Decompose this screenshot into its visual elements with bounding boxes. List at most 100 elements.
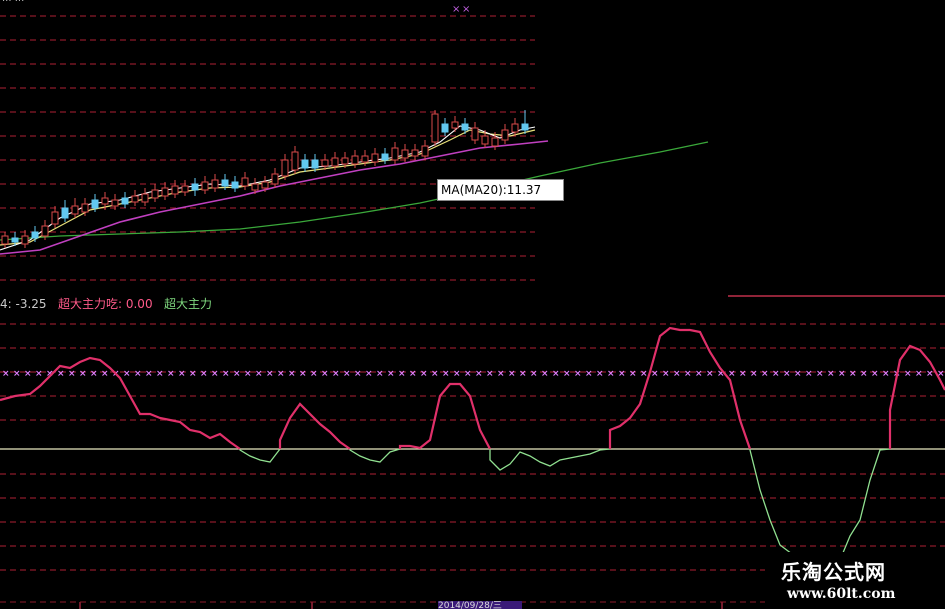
level-marker-x: × [387,369,395,379]
level-marker-x: × [277,369,285,379]
level-marker-x: × [750,369,758,379]
level-marker-x: × [299,369,307,379]
level-marker-x: × [453,369,461,379]
level-marker-x: × [673,369,681,379]
level-marker-x: × [442,369,450,379]
candle-down [91,199,99,209]
indicator-label-row: 4: -3.25 超大主力吃: 0.00 超大主力 [0,295,212,312]
candle-down [221,179,229,187]
level-marker-x: × [926,369,934,379]
candle-up [251,183,259,191]
candle-up [481,135,489,145]
level-marker-x: × [167,369,175,379]
candle-down [311,159,319,169]
candle-up [351,155,359,165]
level-marker-x: × [90,369,98,379]
candle-down [191,183,199,191]
level-marker-x: × [904,369,912,379]
candle-up [41,225,49,237]
indicator-positive-line [888,344,945,449]
candle-up [1,235,9,245]
level-marker-x: × [211,369,219,379]
watermark-url: www.60lt.com [787,586,896,602]
level-marker-x: × [354,369,362,379]
level-marker-x: × [464,369,472,379]
candle-up [401,149,409,159]
candle-up [421,145,429,157]
ma20-tooltip: MA(MA20):11.37 [437,179,564,201]
level-marker-x: × [607,369,615,379]
level-marker-x: × [486,369,494,379]
level-marker-x: × [783,369,791,379]
level-marker-x: × [827,369,835,379]
candle-up [341,157,349,165]
indicator-positive-line [608,326,752,450]
level-marker-x: × [57,369,65,379]
candle-up [201,181,209,191]
candle-up [511,123,519,133]
candle-up [361,155,369,163]
candle-up [181,185,189,193]
level-marker-x: × [552,369,560,379]
candle-down [11,237,19,243]
top-indicator-readout: ... ... [2,0,24,4]
date-cursor-box: 2014/09/28/三 [438,601,522,609]
level-marker-x: × [585,369,593,379]
candle-up [111,199,119,207]
level-marker-x: × [189,369,197,379]
level-marker-x: × [244,369,252,379]
level-marker-x: × [178,369,186,379]
candle-up [51,211,59,225]
indicator-positive-line [278,402,351,450]
level-marker-x: × [233,369,241,379]
level-marker-x: × [860,369,868,379]
candle-down [461,123,469,131]
candle-down [61,207,69,219]
level-marker-x: × [376,369,384,379]
level-marker-x: × [871,369,879,379]
candle-down [121,197,129,205]
level-marker-x: × [761,369,769,379]
candle-down [301,159,309,169]
level-marker-x: × [343,369,351,379]
candle-up [501,129,509,141]
candle-up [211,179,219,189]
level-marker-x: × [2,369,10,379]
level-marker-x: × [508,369,516,379]
level-marker-x: × [431,369,439,379]
candle-up [171,185,179,195]
candle-up [141,193,149,203]
indicator-negative-line [489,448,611,471]
level-marker-x: × [222,369,230,379]
level-marker-x: × [739,369,747,379]
watermark-title: 乐淘公式网 [781,560,886,584]
candle-up [271,173,279,185]
level-marker-x: × [816,369,824,379]
level-marker-x: × [706,369,714,379]
level-marker-x: × [288,369,296,379]
watermark: 乐淘公式网 www.60lt.com [765,552,945,609]
candle-down [521,123,529,131]
level-marker-x: × [101,369,109,379]
level-marker-x: × [596,369,604,379]
level-marker-x: × [574,369,582,379]
level-marker-x: × [530,369,538,379]
candle-up [261,181,269,189]
level-marker-x: × [68,369,76,379]
indicator-prefix: 4: -3.25 [0,297,47,311]
level-marker-x: × [772,369,780,379]
level-marker-x: × [662,369,670,379]
level-marker-x: × [255,369,263,379]
level-marker-x: × [123,369,131,379]
level-marker-x: × [794,369,802,379]
candle-up [291,151,299,171]
candle-up [71,205,79,215]
level-marker-x: × [915,369,923,379]
candle-up [451,121,459,129]
top-marker-icon: × [452,4,460,15]
level-marker-x: × [497,369,505,379]
level-marker-x: × [684,369,692,379]
level-marker-x: × [321,369,329,379]
level-marker-x: × [475,369,483,379]
level-marker-x: × [838,369,846,379]
